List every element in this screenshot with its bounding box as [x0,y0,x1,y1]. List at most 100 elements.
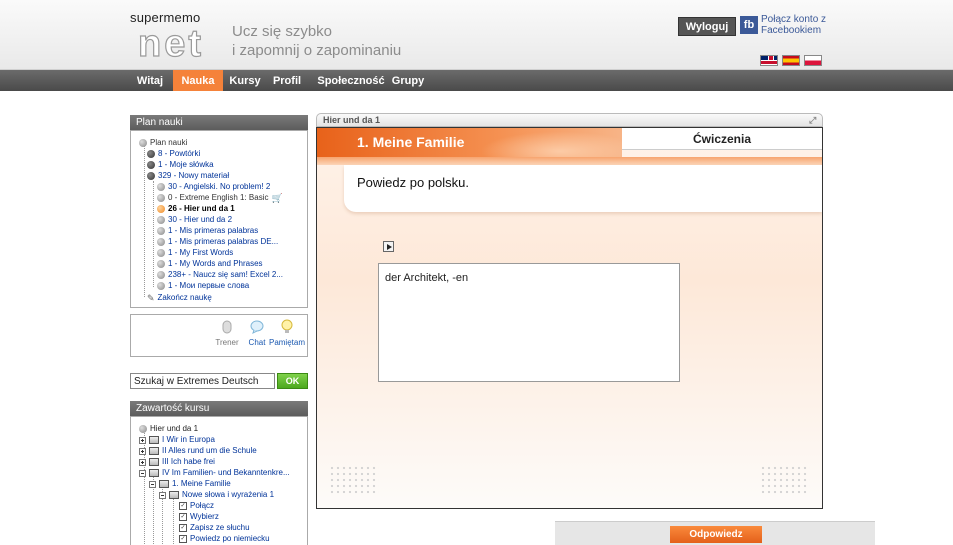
folder-icon [149,436,159,444]
status-dot-icon [147,172,155,180]
banner-stripe [317,157,822,165]
status-dot-icon [157,205,165,213]
course-root[interactable]: Hier und da 1 [139,424,198,434]
plan-item-current[interactable]: 26 - Hier und da 1 [157,204,235,214]
course-exercise[interactable]: ✓ Wybierz [179,512,219,522]
chat-icon[interactable] [250,319,264,335]
search-ok-button[interactable]: OK [277,373,308,389]
quill-icon: ✎ [147,293,155,303]
play-audio-button[interactable] [383,241,394,252]
plan-item[interactable]: 1 - My Words and Phrases [157,259,263,269]
status-dot-icon [147,161,155,169]
course-unit[interactable]: III Ich habe frei [139,457,215,467]
facebook-connect-link[interactable]: Połącz konto z Facebookiem [761,14,841,36]
checkbox-icon: ✓ [179,502,187,510]
uk-flag-icon[interactable] [760,55,778,66]
question-text: Powiedz po polsku. [357,175,470,190]
finish-learning-link[interactable]: ✎ Zakończ naukę [147,293,212,303]
spain-flag-icon[interactable] [782,55,800,66]
checkbox-icon: ✓ [179,535,187,543]
expand-icon[interactable] [139,458,146,466]
expand-icon[interactable] [139,436,146,444]
folder-icon [149,447,159,455]
plan-item[interactable]: 8 - Powtórki [147,149,200,159]
plan-item[interactable]: 1 - Moje słówka [147,160,214,170]
decorative-dots [329,465,379,495]
status-dot-icon [139,425,147,433]
nav-profil[interactable]: Profil [271,70,303,91]
tree-line [173,494,174,545]
folder-icon [169,491,179,499]
memory-tool[interactable]: Pamiętam [267,319,307,347]
course-search-input[interactable] [130,373,275,389]
facebook-connect-line2: Facebookiem [761,25,822,36]
tagline-line1: Ucz się szybko [232,23,333,40]
plan-item[interactable]: 30 - Hier und da 2 [157,215,232,225]
language-flags [760,55,822,66]
nav-nauka[interactable]: Nauka [173,70,223,91]
fullscreen-icon[interactable]: ⤢ [809,115,819,125]
plan-item[interactable]: 1 - My First Words [157,248,233,258]
nav-kursy[interactable]: Kursy [228,70,262,91]
course-unit-expanded[interactable]: IV Im Familien- und Bekanntenkre... [139,468,290,478]
status-dot-icon [157,271,165,279]
collapse-icon[interactable] [139,469,146,477]
folder-icon [159,480,169,488]
facebook-connect-line1: Połącz konto z [761,14,827,25]
tree-line [144,145,145,297]
status-dot-icon [139,139,147,147]
banner-title: 1. Meine Familie [357,134,465,150]
logo[interactable]: supermemo net [130,10,222,65]
status-dot-icon [157,282,165,290]
course-section[interactable]: Nowe słowa i wyrażenia 1 [159,490,274,500]
nav-witaj[interactable]: Witaj [133,70,167,91]
status-dot-icon [147,150,155,158]
status-dot-icon [157,194,165,202]
submit-answer-button[interactable]: Odpowiedz [670,526,762,543]
status-dot-icon [157,216,165,224]
course-panel: Hier und da 1 I Wir in Europa II Alles r… [130,416,308,545]
plan-item[interactable]: 0 - Extreme English 1: Basic 🛒 [157,193,283,203]
cart-icon[interactable]: 🛒 [271,193,282,203]
tab-exercises[interactable]: Ćwiczenia [622,128,822,150]
plan-item[interactable]: 238+ - Naucz się sam! Excel 2... [157,270,283,280]
plan-item[interactable]: 30 - Angielski. No problem! 2 [157,182,270,192]
poland-flag-icon[interactable] [804,55,822,66]
folder-icon [149,458,159,466]
plan-panel-header: Plan nauki [130,115,308,130]
logo-text-net: net [137,23,204,65]
exercise-frame: 1. Meine Familie Ćwiczenia Powiedz po po… [316,127,823,509]
nav-spolecznosc[interactable]: Społeczność [317,70,384,91]
trainer-icon [222,320,232,334]
nav-grupy[interactable]: Grupy [392,70,424,91]
tools-panel: Trener Chat Pamiętam [130,314,308,357]
chat-label[interactable]: Chat [249,338,266,347]
checkbox-icon: ✓ [179,524,187,532]
course-unit[interactable]: I Wir in Europa [139,435,215,445]
facebook-icon[interactable]: fb [740,16,758,34]
course-unit[interactable]: II Alles rund um die Schule [139,446,257,456]
banner-photo [467,128,622,157]
course-exercise[interactable]: ✓ Zapisz ze słuchu [179,523,250,533]
checkbox-icon: ✓ [179,513,187,521]
expand-icon[interactable] [139,447,146,455]
answer-text: der Architekt, -en [385,272,469,284]
course-exercise[interactable]: ✓ Połącz [179,501,214,511]
collapse-icon[interactable] [159,491,166,499]
trainer-label: Trener [215,338,239,347]
course-exercise[interactable]: ✓ Powiedz po niemiecku [179,534,270,544]
collapse-icon[interactable] [149,480,156,488]
plan-item[interactable]: 329 - Nowy materiał [147,171,229,181]
header: supermemo net Ucz się szybko i zapomnij … [0,0,953,70]
logout-button[interactable]: Wyloguj [678,17,736,36]
plan-root[interactable]: Plan nauki [139,138,187,148]
plan-item[interactable]: 1 - Мои первые слова [157,281,249,291]
lightbulb-icon[interactable] [280,319,294,335]
plan-item[interactable]: 1 - Mis primeras palabras DE... [157,237,278,247]
folder-icon [149,469,159,477]
memory-label[interactable]: Pamiętam [269,338,305,347]
course-lesson[interactable]: 1. Meine Familie [149,479,231,489]
plan-item[interactable]: 1 - Mis primeras palabras [157,226,258,236]
answer-box[interactable]: der Architekt, -en [378,263,680,382]
status-dot-icon [157,238,165,246]
